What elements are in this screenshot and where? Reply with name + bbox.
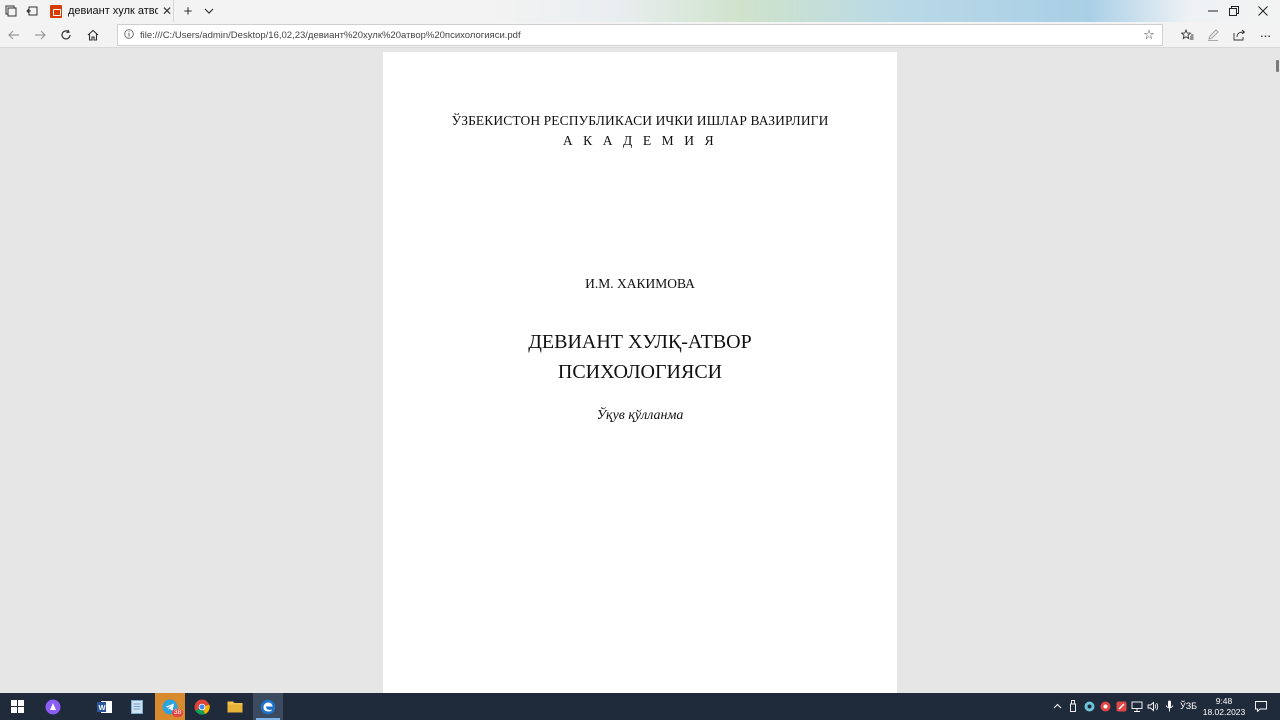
taskbar-word[interactable]: W bbox=[90, 693, 120, 720]
action-center-icon[interactable] bbox=[1255, 700, 1267, 712]
tab-actions-icon[interactable] bbox=[3, 3, 19, 19]
favorites-icon[interactable] bbox=[1178, 26, 1196, 44]
tab-title: девиант хулк атвор пси bbox=[68, 5, 158, 17]
document-title-line-2: ПСИХОЛОГИЯСИ bbox=[557, 361, 723, 383]
clock-time: 9:48 bbox=[1215, 696, 1233, 706]
taskbar-chrome[interactable] bbox=[187, 693, 217, 720]
tray-app-icon-1[interactable] bbox=[1083, 700, 1095, 712]
tab-preview-chevron-icon[interactable] bbox=[201, 3, 217, 19]
taskbar-edge[interactable] bbox=[253, 693, 283, 720]
taskbar-file-explorer[interactable] bbox=[220, 693, 250, 720]
show-hidden-icons-chevron[interactable] bbox=[1051, 700, 1063, 712]
usb-icon[interactable] bbox=[1067, 700, 1079, 712]
clock-date: 18.02.2023 bbox=[1202, 707, 1246, 717]
back-button[interactable] bbox=[5, 26, 23, 44]
ministry-heading: ЎЗБЕКИСТОН РЕСПУБЛИКАСИ ИЧКИ ИШЛАР ВАЗИР… bbox=[451, 113, 829, 128]
telegram-badge: 38 bbox=[172, 709, 184, 717]
web-note-pen-icon[interactable] bbox=[1204, 26, 1222, 44]
address-bar[interactable]: file:///C:/Users/admin/Desktop/16,02,23/… bbox=[117, 24, 1163, 46]
taskbar-alice-assistant[interactable] bbox=[38, 693, 68, 720]
clock[interactable]: 9:48 18.02.2023 bbox=[1200, 696, 1248, 718]
document-subtitle: Ўқув қўлланма bbox=[596, 408, 684, 423]
document-title-line-1: ДЕВИАНТ ХУЛҚ-АТВОР bbox=[528, 331, 752, 353]
refresh-button[interactable] bbox=[57, 26, 75, 44]
new-tab-button[interactable]: + bbox=[180, 3, 196, 20]
favorite-star-icon[interactable]: ☆ bbox=[1136, 27, 1162, 43]
word-icon: W bbox=[97, 700, 112, 713]
edge-icon bbox=[260, 699, 276, 714]
share-icon[interactable] bbox=[1230, 26, 1248, 44]
title-bar: девиант хулк атвор пси ✕ + bbox=[0, 0, 1280, 22]
navigation-bar: file:///C:/Users/admin/Desktop/16,02,23/… bbox=[0, 22, 1280, 48]
url-text[interactable]: file:///C:/Users/admin/Desktop/16,02,23/… bbox=[140, 30, 1136, 41]
set-tabs-aside-icon[interactable] bbox=[24, 3, 40, 19]
pdf-viewer[interactable]: ЎЗБЕКИСТОН РЕСПУБЛИКАСИ ИЧКИ ИШЛАР ВАЗИР… bbox=[0, 48, 1280, 693]
input-language[interactable]: ЎЗБ bbox=[1180, 701, 1197, 711]
pdf-page: ЎЗБЕКИСТОН РЕСПУБЛИКАСИ ИЧКИ ИШЛАР ВАЗИР… bbox=[383, 52, 897, 693]
taskbar: W 38 ЎЗБ 9:48 18.02.2023 bbox=[0, 693, 1280, 720]
start-button[interactable] bbox=[2, 693, 32, 720]
author-name: И.М. ХАКИМОВА bbox=[585, 276, 695, 291]
windows-logo-icon bbox=[10, 700, 24, 713]
pdf-file-icon bbox=[50, 4, 62, 18]
folder-icon bbox=[227, 701, 243, 713]
info-icon[interactable] bbox=[118, 28, 140, 42]
more-menu-icon[interactable]: ··· bbox=[1256, 26, 1274, 44]
microphone-icon[interactable] bbox=[1163, 700, 1175, 712]
notepad-icon bbox=[131, 700, 143, 714]
taskbar-telegram[interactable]: 38 bbox=[155, 693, 185, 720]
network-icon[interactable] bbox=[1131, 700, 1143, 712]
volume-icon[interactable] bbox=[1147, 700, 1159, 712]
tab-close-icon[interactable]: ✕ bbox=[162, 4, 172, 18]
taskbar-notepad[interactable] bbox=[122, 693, 152, 720]
home-button[interactable] bbox=[84, 26, 102, 44]
close-window-button[interactable] bbox=[1246, 0, 1280, 22]
tab-active[interactable]: девиант хулк атвор пси ✕ bbox=[44, 0, 174, 22]
svg-text:W: W bbox=[99, 703, 107, 712]
alice-icon bbox=[45, 699, 61, 714]
tray-app-icon-3[interactable] bbox=[1115, 700, 1127, 712]
forward-button[interactable] bbox=[31, 26, 49, 44]
academy-heading: А К А Д Е М И Я bbox=[562, 133, 718, 148]
tray-app-icon-2[interactable] bbox=[1099, 700, 1111, 712]
chrome-icon bbox=[194, 699, 210, 715]
scrollbar-thumb[interactable] bbox=[1276, 60, 1279, 72]
